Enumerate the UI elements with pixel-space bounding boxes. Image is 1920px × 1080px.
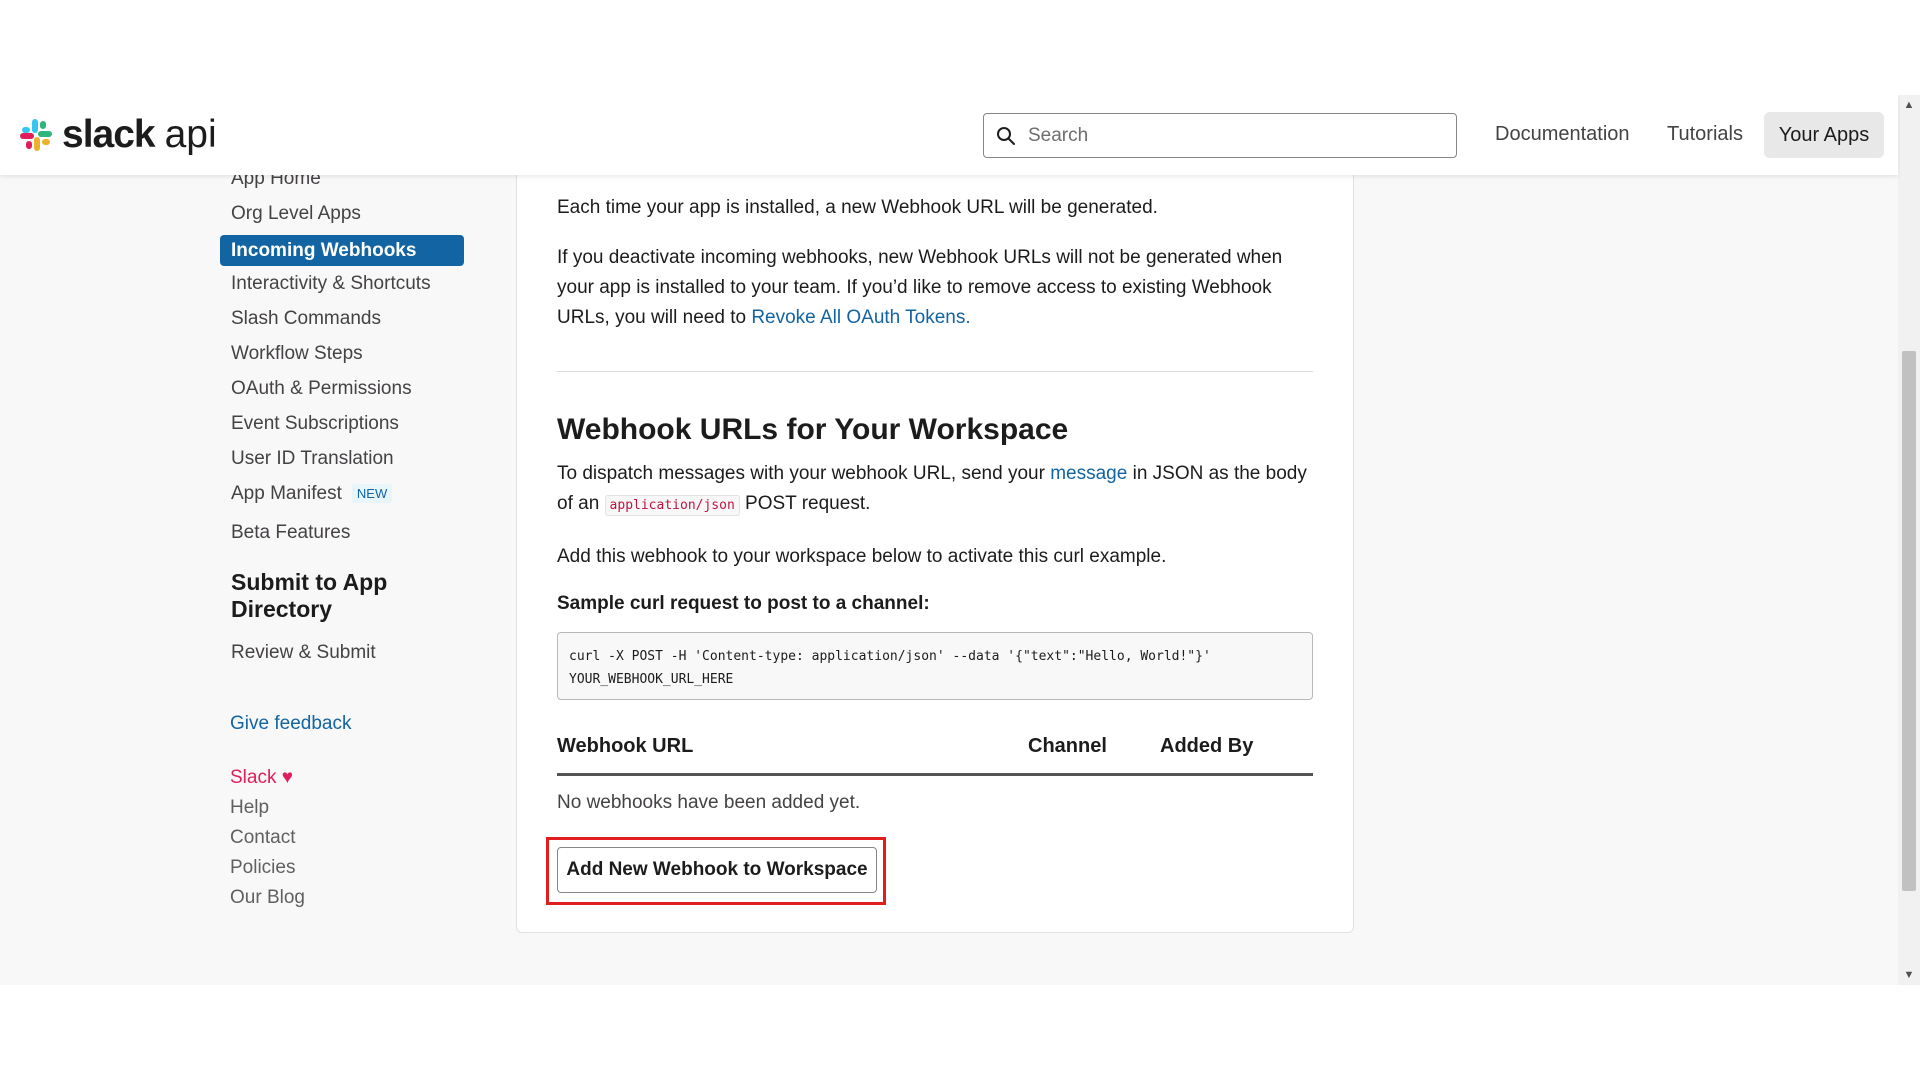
col-header-added-by: Added By xyxy=(1160,735,1254,757)
browser-viewport: slack api Documentation Tutorials Your A… xyxy=(0,95,1920,985)
curl-code-block: curl -X POST -H 'Content-type: applicati… xyxy=(557,632,1313,700)
sidebar-item-review-submit[interactable]: Review & Submit xyxy=(231,642,376,664)
search-box[interactable] xyxy=(983,113,1457,158)
sidebar-item-org-level-apps[interactable]: Org Level Apps xyxy=(231,203,361,225)
footer-link-policies[interactable]: Policies xyxy=(230,857,295,879)
scroll-up-arrow-icon[interactable]: ▲ xyxy=(1898,95,1920,115)
deactivate-note-period: . xyxy=(965,307,971,328)
activate-note: Add this webhook to your workspace below… xyxy=(557,546,1167,567)
sidebar: App Home Org Level Apps Incoming Webhook… xyxy=(0,95,500,985)
nav-tutorials[interactable]: Tutorials xyxy=(1667,123,1743,146)
col-header-webhook-url: Webhook URL xyxy=(557,735,694,757)
top-header: slack api Documentation Tutorials Your A… xyxy=(0,95,1898,175)
sidebar-item-incoming-webhooks[interactable]: Incoming Webhooks xyxy=(220,235,464,266)
sidebar-item-slash-commands[interactable]: Slash Commands xyxy=(231,308,381,330)
vertical-scrollbar[interactable]: ▲ ▼ xyxy=(1898,95,1920,985)
install-note: Each time your app is installed, a new W… xyxy=(557,197,1158,218)
search-icon xyxy=(997,126,1015,145)
new-badge: NEW xyxy=(351,484,393,504)
sidebar-section-heading: Submit to App Directory xyxy=(231,569,388,622)
nav-documentation[interactable]: Documentation xyxy=(1495,123,1630,146)
section-divider xyxy=(557,371,1313,372)
sample-curl-label: Sample curl request to post to a channel… xyxy=(557,593,930,614)
heart-icon: ♥ xyxy=(281,767,294,788)
add-webhook-button[interactable]: Add New Webhook to Workspace xyxy=(557,847,877,893)
logo-api-text: api xyxy=(164,113,217,156)
dispatch-text-3: POST request. xyxy=(739,493,871,514)
footer-link-contact[interactable]: Contact xyxy=(230,827,295,849)
message-link[interactable]: message xyxy=(1050,463,1127,484)
dispatch-text-1: To dispatch messages with your webhook U… xyxy=(557,463,1051,484)
nav-your-apps[interactable]: Your Apps xyxy=(1764,112,1884,158)
dispatch-note: To dispatch messages with your webhook U… xyxy=(557,459,1317,521)
sidebar-item-label: App Manifest xyxy=(231,483,342,504)
sidebar-item-beta-features[interactable]: Beta Features xyxy=(231,522,350,544)
sidebar-item-workflow-steps[interactable]: Workflow Steps xyxy=(231,343,363,365)
sidebar-item-interactivity[interactable]: Interactivity & Shortcuts xyxy=(231,273,431,295)
search-input[interactable] xyxy=(1026,123,1446,148)
inline-code-content-type: application/json xyxy=(604,495,740,516)
col-header-channel: Channel xyxy=(1028,735,1107,757)
scrollbar-thumb[interactable] xyxy=(1902,351,1916,891)
scroll-down-arrow-icon[interactable]: ▼ xyxy=(1898,965,1920,985)
footer-slack-label: Slack xyxy=(230,767,277,788)
slack-api-logo[interactable]: slack api xyxy=(18,113,217,157)
sidebar-item-event-subscriptions[interactable]: Event Subscriptions xyxy=(231,413,399,435)
sidebar-item-oauth[interactable]: OAuth & Permissions xyxy=(231,378,412,400)
empty-webhooks-text: No webhooks have been added yet. xyxy=(557,792,861,813)
table-header-rule xyxy=(557,773,1313,776)
revoke-tokens-link[interactable]: Revoke All OAuth Tokens xyxy=(751,307,965,328)
slack-logo-icon xyxy=(20,119,52,151)
deactivate-note: If you deactivate incoming webhooks, new… xyxy=(557,243,1317,333)
footer-link-blog[interactable]: Our Blog xyxy=(230,887,305,909)
sidebar-item-user-id-translation[interactable]: User ID Translation xyxy=(231,448,394,470)
section-heading: Webhook URLs for Your Workspace xyxy=(557,413,1069,446)
give-feedback-link[interactable]: Give feedback xyxy=(230,713,351,735)
footer-link-help[interactable]: Help xyxy=(230,797,269,819)
sidebar-item-app-manifest[interactable]: App Manifest NEW xyxy=(231,483,393,505)
footer-link-slack[interactable]: Slack ♥ xyxy=(230,767,293,789)
logo-slack-text: slack xyxy=(62,113,156,156)
